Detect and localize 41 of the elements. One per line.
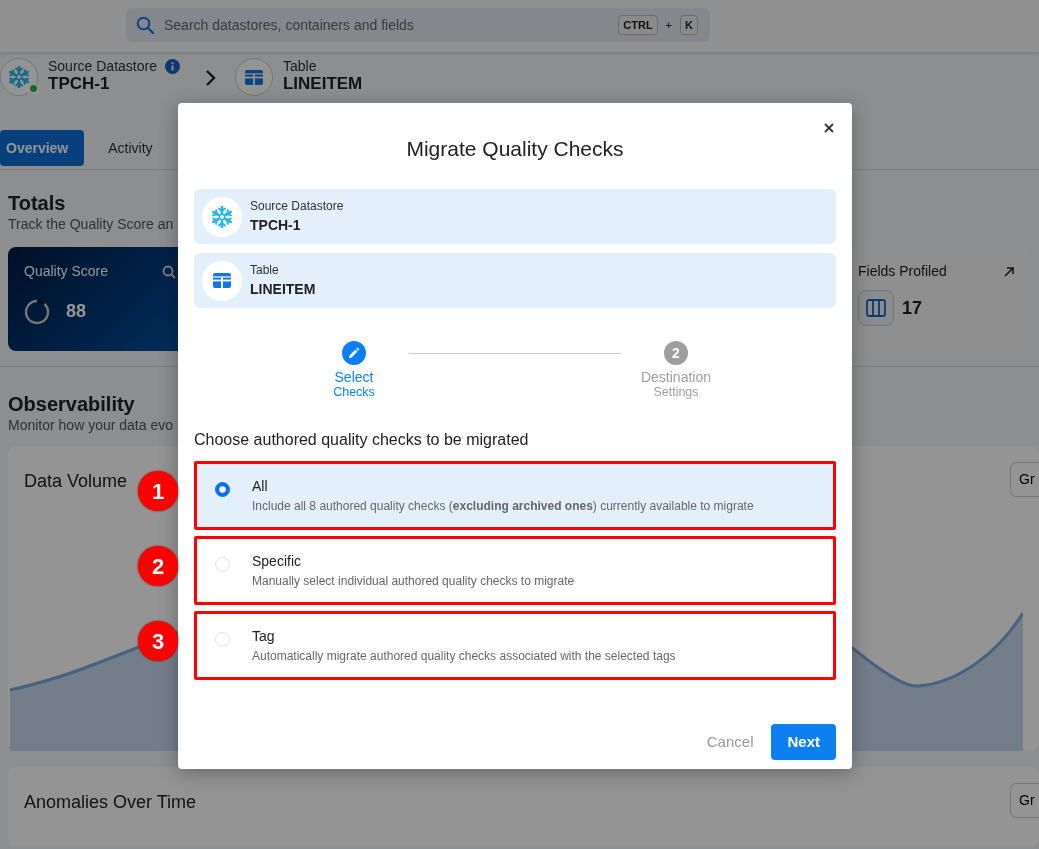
dialog-title: Migrate Quality Checks bbox=[405, 136, 625, 162]
step-subtitle: Checks bbox=[333, 385, 375, 401]
card-label: Quality Score bbox=[24, 262, 109, 281]
panel-title: Anomalies Over Time bbox=[24, 791, 197, 814]
group-button[interactable]: Gr bbox=[1010, 462, 1039, 497]
card-label: Fields Profiled bbox=[858, 262, 947, 281]
tab[interactable]: Activity bbox=[92, 130, 169, 166]
search-input[interactable]: Search datastores, containers and fields bbox=[162, 13, 611, 37]
option-label: Specific bbox=[252, 552, 303, 571]
section-subtitle: Monitor how your data evo bbox=[8, 416, 173, 435]
option-label: Tag bbox=[252, 627, 276, 646]
step-indicator: 2 bbox=[664, 341, 688, 365]
section-title: Totals bbox=[8, 192, 66, 214]
breadcrumb-label: Table bbox=[282, 58, 317, 75]
keyboard-key: K bbox=[680, 14, 698, 36]
step-title: Destination bbox=[640, 370, 711, 386]
breadcrumb-value: TPCH-1 bbox=[48, 74, 111, 94]
tab[interactable]: Overview bbox=[0, 130, 85, 166]
fields-value: 17 bbox=[902, 296, 923, 320]
breadcrumb-label: Source Datastore bbox=[48, 58, 157, 75]
step-title: Select bbox=[334, 370, 374, 386]
breadcrumb-value: LINEITEM bbox=[282, 74, 363, 94]
source-label: Source Datastore bbox=[250, 198, 344, 215]
next-button[interactable]: Next bbox=[771, 724, 836, 760]
section-title: Observability bbox=[8, 393, 135, 415]
source-value: LINEITEM bbox=[250, 280, 316, 299]
score-value: 88 bbox=[66, 300, 87, 323]
keyboard-key: CTRL bbox=[618, 14, 658, 36]
option-description: Manually select individual authored quality checks to migrate bbox=[252, 573, 575, 590]
prompt-text: Choose authored quality checks to be migrated bbox=[194, 430, 530, 450]
panel-title: Data Volume bbox=[24, 470, 128, 493]
plus-sign: + bbox=[665, 17, 673, 33]
step-subtitle: Settings bbox=[653, 385, 699, 401]
option-description: Include all 8 authored quality checks (excluding archived ones) currently available to migrate bbox=[252, 498, 754, 515]
option-description: Automatically migrate authored quality checks associated with the selected tags bbox=[252, 648, 676, 665]
source-label: Table bbox=[250, 262, 280, 279]
group-button[interactable]: Gr bbox=[1010, 783, 1039, 818]
section-subtitle: Track the Quality Score an bbox=[8, 215, 174, 234]
option-label: All bbox=[252, 477, 269, 496]
source-value: TPCH-1 bbox=[250, 216, 302, 235]
search-field[interactable]: Search datastores, containers and fields CTRL + K bbox=[126, 8, 710, 42]
